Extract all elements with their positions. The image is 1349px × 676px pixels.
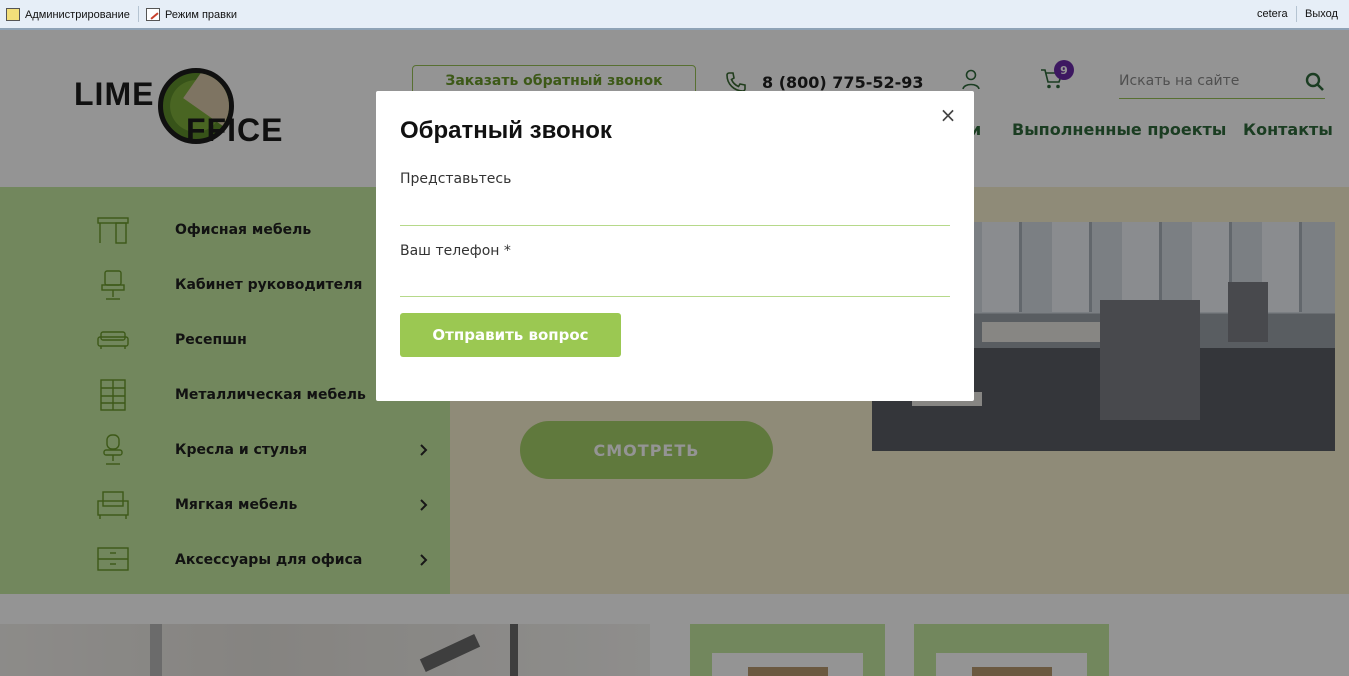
user-link[interactable]: cetera — [1257, 8, 1288, 20]
admin-label: Администрирование — [25, 8, 130, 21]
modal-title: Обратный звонок — [400, 117, 612, 144]
close-icon[interactable]: × — [938, 103, 958, 127]
admin-icon — [6, 8, 20, 21]
logout-label: Выход — [1305, 8, 1338, 20]
edit-mode-label: Режим правки — [165, 8, 237, 21]
admin-separator — [138, 6, 139, 22]
phone-field-label: Ваш телефон * — [400, 243, 511, 259]
admin-bar: Администрирование Режим правки cetera Вы… — [0, 0, 1349, 30]
callback-modal: × Обратный звонок Представьтесь Ваш теле… — [376, 91, 974, 401]
logout-link[interactable]: Выход — [1305, 8, 1338, 20]
edit-icon — [146, 8, 160, 21]
phone-field[interactable] — [400, 271, 950, 297]
name-field[interactable] — [400, 200, 950, 226]
submit-button[interactable]: Отправить вопрос — [400, 313, 621, 357]
admin-separator — [1296, 6, 1297, 22]
user-label: cetera — [1257, 8, 1288, 20]
edit-mode-link[interactable]: Режим правки — [146, 8, 237, 21]
name-field-label: Представьтесь — [400, 171, 512, 187]
admin-link[interactable]: Администрирование — [6, 8, 130, 21]
